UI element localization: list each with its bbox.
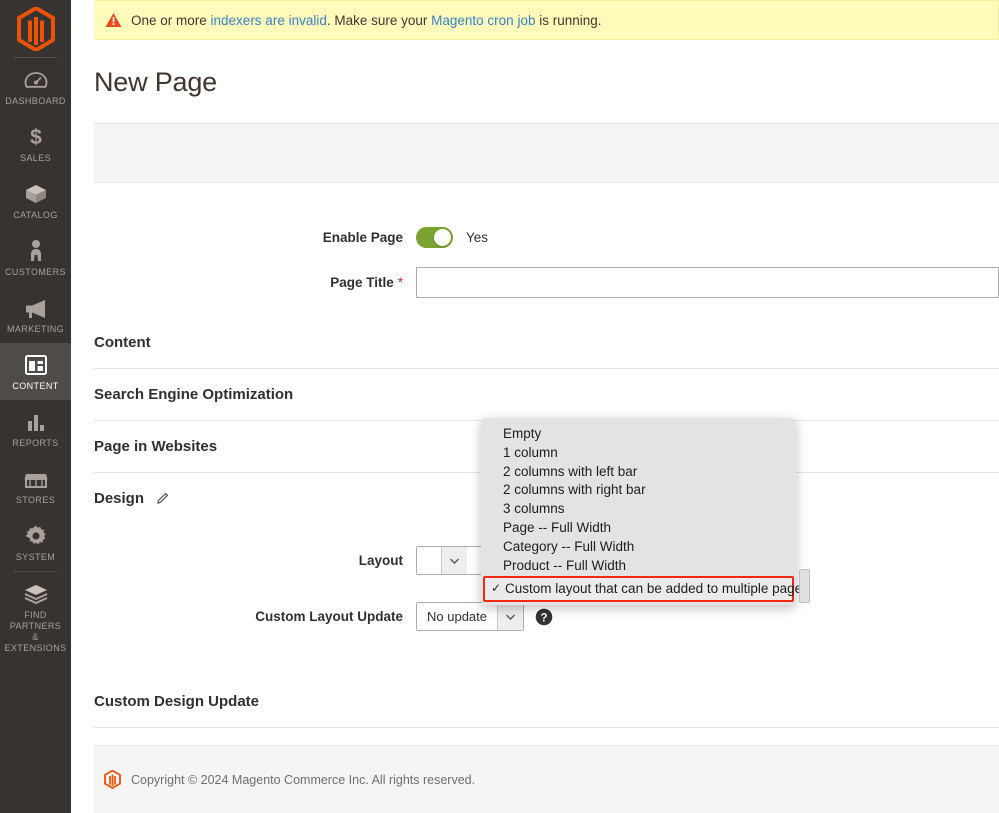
question-mark-help-icon[interactable]: ? — [535, 608, 553, 626]
copyright-text: Copyright © 2024 Magento Commerce Inc. A… — [131, 773, 475, 787]
enable-page-value: Yes — [466, 230, 488, 245]
banner-middle: . Make sure your — [327, 13, 431, 28]
banner-suffix: is running. — [535, 13, 601, 28]
sidebar-item-content[interactable]: CONTENT — [0, 343, 71, 400]
page-title-label-text: Page Title — [330, 275, 394, 290]
dollar-sign-icon: $ — [2, 124, 69, 150]
page-form: Enable Page Yes Page Title * — [94, 183, 999, 298]
page-title-label: Page Title * — [94, 275, 416, 290]
sidebar-item-sales[interactable]: $ SALES — [0, 115, 71, 172]
section-title: Content — [94, 334, 999, 351]
sidebar-item-stores[interactable]: STORES — [0, 457, 71, 514]
storefront-icon — [2, 466, 69, 492]
chevron-down-icon — [441, 547, 467, 574]
banner-prefix: One or more — [131, 13, 211, 28]
checkmark-icon: ✓ — [491, 580, 501, 597]
indexers-invalid-link[interactable]: indexers are invalid — [211, 13, 327, 28]
dropdown-option[interactable]: 1 column — [481, 444, 796, 463]
dropdown-option[interactable]: 3 columns — [481, 500, 796, 519]
sidebar-item-dashboard[interactable]: DASHBOARD — [0, 58, 71, 115]
layout-window-icon — [2, 352, 69, 378]
layout-label: Layout — [94, 553, 416, 568]
sidebar-item-system[interactable]: SYSTEM — [0, 514, 71, 571]
magento-logo-small — [104, 770, 121, 789]
sidebar-item-label: SYSTEM — [2, 552, 69, 563]
section-content[interactable]: Content — [94, 317, 999, 369]
sidebar-item-marketing[interactable]: MARKETING — [0, 286, 71, 343]
enable-page-label: Enable Page — [94, 230, 416, 245]
enable-page-toggle[interactable] — [416, 227, 453, 248]
page-footer: Copyright © 2024 Magento Commerce Inc. A… — [94, 745, 999, 813]
pencil-icon[interactable] — [155, 491, 170, 506]
enable-page-row: Enable Page Yes — [94, 227, 999, 248]
sidebar-item-label: SALES — [2, 153, 69, 164]
layout-select-value — [417, 547, 441, 574]
toggle-knob — [434, 229, 451, 246]
dropdown-option-label: Custom layout that can be added to multi… — [505, 581, 809, 596]
required-asterisk: * — [398, 275, 403, 290]
page-actions-panel — [94, 123, 999, 183]
custom-layout-update-row: Custom Layout Update No update ? — [94, 602, 999, 631]
sidebar-item-label-line2: & EXTENSIONS — [2, 632, 69, 654]
sidebar-item-label: DASHBOARD — [2, 96, 69, 107]
section-title: Search Engine Optimization — [94, 386, 999, 403]
dropdown-scrollbar-thumb[interactable] — [799, 569, 810, 603]
indexer-warning-banner: One or more indexers are invalid. Make s… — [94, 0, 999, 40]
sidebar-item-label: CATALOG — [2, 210, 69, 221]
sidebar-item-label: STORES — [2, 495, 69, 506]
section-search-engine-optimization[interactable]: Search Engine Optimization — [94, 369, 999, 421]
layout-dropdown-menu[interactable]: Empty 1 column 2 columns with left bar 2… — [481, 418, 796, 605]
dropdown-option[interactable]: Category -- Full Width — [481, 538, 796, 557]
sidebar-item-label: CUSTOMERS — [2, 267, 69, 278]
sidebar-item-label-line1: FIND PARTNERS — [2, 610, 69, 632]
dropdown-option[interactable]: 2 columns with right bar — [481, 481, 796, 500]
magento-cron-job-link[interactable]: Magento cron job — [431, 13, 535, 28]
warning-triangle-icon — [105, 12, 122, 28]
page-title-input[interactable] — [416, 267, 999, 298]
svg-text:$: $ — [30, 126, 42, 149]
megaphone-icon — [2, 295, 69, 321]
dashboard-gauge-icon — [2, 67, 69, 93]
sidebar-item-label: REPORTS — [2, 438, 69, 449]
sidebar-item-customers[interactable]: CUSTOMERS — [0, 229, 71, 286]
svg-text:?: ? — [540, 612, 547, 624]
dropdown-option[interactable]: Empty — [481, 425, 796, 444]
banner-message: One or more indexers are invalid. Make s… — [131, 13, 602, 28]
dropdown-option[interactable]: Page -- Full Width — [481, 519, 796, 538]
magento-logo[interactable] — [0, 0, 71, 57]
custom-layout-update-select[interactable]: No update — [416, 602, 524, 631]
admin-page: DASHBOARD $ SALES CATALOG CUSTOMERS MARK… — [0, 0, 999, 813]
sidebar-item-find-partners-extensions[interactable]: FIND PARTNERS & EXTENSIONS — [0, 572, 71, 662]
section-title: Custom Design Update — [94, 693, 999, 710]
sidebar-item-label: CONTENT — [2, 381, 69, 392]
admin-sidebar: DASHBOARD $ SALES CATALOG CUSTOMERS MARK… — [0, 0, 71, 813]
extensions-box-icon — [2, 581, 69, 607]
dropdown-option-selected[interactable]: ✓Custom layout that can be added to mult… — [483, 576, 794, 602]
custom-layout-update-label: Custom Layout Update — [94, 609, 416, 624]
dropdown-option[interactable]: Product -- Full Width — [481, 557, 796, 576]
bar-chart-icon — [2, 409, 69, 435]
page-title-row: Page Title * — [94, 267, 999, 298]
person-icon — [2, 238, 69, 264]
custom-layout-update-value: No update — [417, 603, 497, 630]
gear-icon — [2, 523, 69, 549]
chevron-down-icon — [497, 603, 523, 630]
sidebar-item-catalog[interactable]: CATALOG — [0, 172, 71, 229]
section-title-text: Design — [94, 490, 144, 507]
page-title: New Page — [94, 67, 999, 98]
section-custom-design-update[interactable]: Custom Design Update — [94, 676, 999, 728]
dropdown-option[interactable]: 2 columns with left bar — [481, 463, 796, 482]
box-icon — [2, 181, 69, 207]
sidebar-item-reports[interactable]: REPORTS — [0, 400, 71, 457]
main-content: One or more indexers are invalid. Make s… — [71, 0, 999, 813]
sidebar-item-label: MARKETING — [2, 324, 69, 335]
